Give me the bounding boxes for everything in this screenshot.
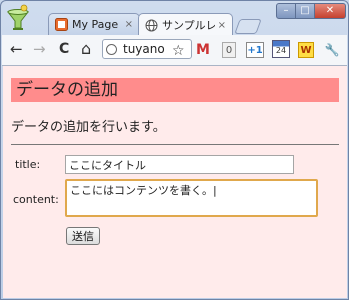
page-favicon-icon (55, 18, 68, 31)
page-content: データの追加 データの追加を行います。 title: content: ここには… (3, 66, 347, 298)
bookmark-star-icon[interactable]: ☆ (172, 43, 185, 59)
w-extension-icon[interactable]: W (298, 42, 314, 58)
page-description: データの追加を行います。 (11, 120, 166, 135)
counter-badge-icon[interactable]: 0 (222, 42, 236, 58)
tab-label: My Page (72, 18, 119, 31)
new-tab-button[interactable] (234, 19, 262, 34)
plus-one-icon[interactable]: +1 (246, 42, 264, 58)
maximize-button[interactable]: □ (295, 3, 315, 19)
submit-button[interactable]: 送信 (66, 227, 100, 245)
gmail-icon[interactable]: M (195, 42, 211, 58)
app-logo-icon (5, 4, 31, 32)
divider (11, 144, 339, 145)
tab-sample[interactable]: サンプルレ × (138, 13, 233, 36)
close-tab-icon[interactable]: × (218, 20, 226, 31)
tab-my-page[interactable]: My Page × (48, 13, 140, 35)
forward-arrow-icon[interactable]: → (33, 41, 46, 57)
globe-favicon-icon (145, 19, 158, 32)
wrench-menu-icon[interactable]: 🔧 (324, 42, 340, 58)
title-input[interactable] (65, 155, 294, 174)
site-globe-icon (106, 44, 117, 55)
content-label: content: (13, 193, 59, 206)
calendar-icon[interactable]: 24 (272, 40, 290, 58)
tab-label: サンプルレ (162, 19, 215, 32)
minimize-button[interactable]: – (276, 3, 296, 19)
title-label: title: (15, 158, 41, 171)
browser-toolbar: ← → C ⌂ tuyano ☆ M 0 +1 24 W 🔧 (2, 35, 347, 66)
reload-icon[interactable]: C (59, 41, 69, 57)
back-arrow-icon[interactable]: ← (10, 41, 23, 57)
browser-window: My Page × サンプルレ × – □ ✕ ← → C ⌂ tuyano ☆… (0, 0, 349, 300)
home-icon[interactable]: ⌂ (81, 41, 91, 57)
close-tab-icon[interactable]: × (125, 19, 133, 30)
content-textarea[interactable]: ここにはコンテンツを書く。| (65, 179, 318, 217)
page-title: データの追加 (11, 78, 339, 102)
close-window-button[interactable]: ✕ (314, 3, 346, 19)
